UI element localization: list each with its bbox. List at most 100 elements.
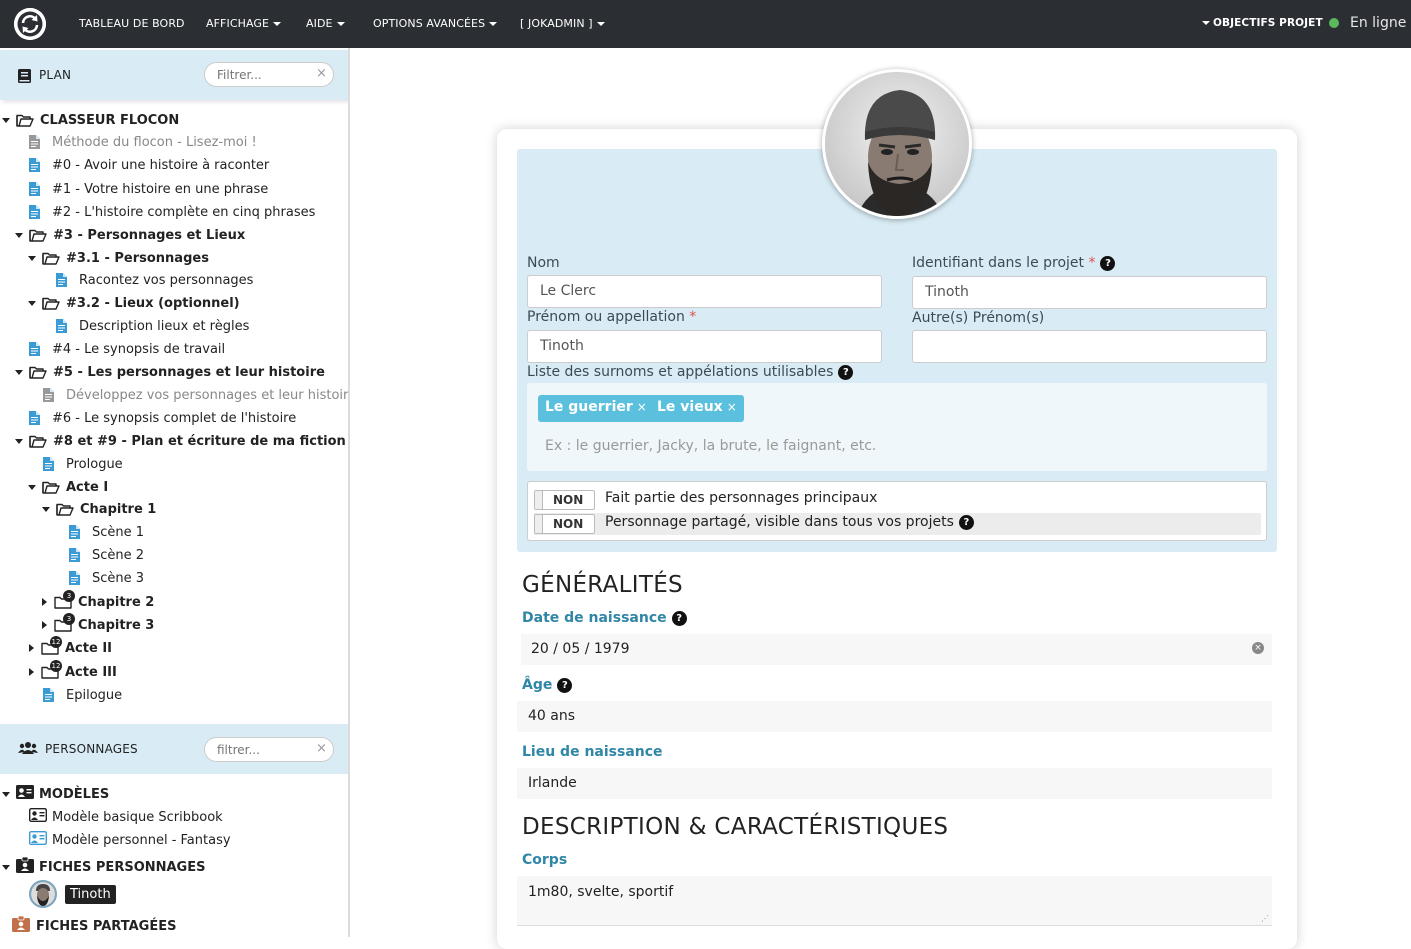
plan-item-label: Acte III (65, 664, 117, 680)
id-card-outline-icon (28, 830, 48, 849)
folder-open-icon (29, 435, 47, 448)
plan-tree-item[interactable]: Epilogue (43, 684, 122, 706)
characters-tree-item[interactable]: Modèle basique Scribbook (28, 806, 223, 828)
clear-date-icon[interactable]: × (1252, 642, 1264, 654)
autres-prenoms-input[interactable] (912, 330, 1267, 363)
caret-down-icon[interactable] (28, 484, 36, 490)
folder-icon: 12 (41, 635, 62, 655)
caret-down-icon[interactable] (42, 506, 50, 512)
lieu-naissance-input[interactable]: Irlande (517, 768, 1272, 799)
document-icon (56, 273, 67, 287)
characters-tree-item[interactable]: Modèle personnel - Fantasy (28, 829, 231, 851)
plan-tree-item[interactable]: 12 Acte III (27, 659, 117, 683)
caret-down-icon[interactable] (15, 369, 23, 375)
resize-handle-icon[interactable]: ⋰ (1261, 914, 1269, 923)
caret-down-icon (596, 22, 605, 26)
plan-tree-item[interactable]: #8 et #9 - Plan et écriture de ma fictio… (15, 430, 346, 452)
characters-filter-input[interactable] (204, 737, 334, 762)
help-icon[interactable]: ? (671, 610, 687, 626)
caret-down-icon[interactable] (2, 117, 10, 123)
nav-affichage[interactable]: AFFICHAGE (206, 17, 282, 30)
plan-tree-item[interactable]: Scène 1 (69, 521, 144, 543)
plan-tree-item[interactable]: #0 - Avoir une histoire à raconter (29, 154, 269, 176)
caret-down-icon[interactable] (2, 864, 10, 870)
plan-tree-item[interactable]: 12 Acte II (27, 635, 112, 659)
plan-tree-item[interactable]: Prologue (43, 453, 123, 475)
principal-toggle[interactable]: NON (534, 490, 595, 510)
plan-tree-item[interactable]: Développez vos personnages et leur histo… (43, 384, 348, 406)
plan-item-label: #4 - Le synopsis de travail (52, 341, 226, 357)
caret-down-icon[interactable] (2, 791, 10, 797)
plan-tree-item[interactable]: #1 - Votre histoire en une phrase (29, 178, 268, 200)
nav-dashboard[interactable]: TABLEAU DE BORD (79, 17, 185, 30)
caret-right-icon[interactable] (42, 598, 47, 606)
characters-title: PERSONNAGES (45, 742, 138, 756)
plan-tree-item[interactable]: Chapitre 1 (42, 498, 156, 520)
prenom-input[interactable]: Tinoth (527, 330, 882, 363)
corps-textarea[interactable]: 1m80, svelte, sportif ⋰ (517, 876, 1272, 926)
characters-tree-item[interactable]: FICHES PERSONNAGES (2, 856, 205, 878)
caret-down-icon[interactable] (15, 438, 23, 444)
plan-tree-item[interactable]: #3.2 - Lieux (optionnel) (28, 292, 240, 314)
surnoms-tags-input[interactable]: Le guerrier × Le vieux × Ex : le guerrier,… (527, 383, 1267, 471)
caret-right-icon[interactable] (29, 668, 34, 676)
date-naissance-input[interactable]: 20 / 05 / 1979 × (521, 634, 1272, 665)
plan-tree-item[interactable]: #2 - L'histoire complète en cinq phrases (29, 201, 315, 223)
nav-aide[interactable]: AIDE (306, 17, 345, 30)
clear-filter-icon[interactable]: × (316, 66, 327, 81)
plan-tree-item[interactable]: #3.1 - Personnages (28, 247, 209, 269)
help-icon[interactable]: ? (557, 677, 573, 693)
plan-tree-item[interactable]: #6 - Le synopsis complet de l'histoire (29, 407, 296, 429)
plan-item-label: Acte II (65, 640, 112, 656)
plan-tree-item[interactable]: Scène 2 (69, 544, 144, 566)
partage-toggle[interactable]: NON (534, 514, 595, 534)
character-portrait[interactable] (822, 69, 972, 219)
plan-item-label: Scène 1 (92, 524, 145, 540)
tag-le-vieux[interactable]: Le vieux × (650, 395, 744, 422)
identifiant-input[interactable]: Tinoth (912, 276, 1267, 309)
remove-tag-icon[interactable]: × (637, 400, 647, 414)
document-icon (43, 457, 54, 471)
plan-tree-item[interactable]: Scène 3 (69, 567, 144, 589)
nom-input[interactable]: Le Clerc (527, 275, 882, 308)
age-label: Âge? (522, 677, 573, 693)
help-icon[interactable]: ? (958, 514, 974, 530)
plan-tree-item[interactable]: Méthode du flocon - Lisez-moi ! (29, 131, 257, 153)
nav-options-avancees[interactable]: OPTIONS AVANCÉES (373, 17, 498, 30)
help-icon[interactable]: ? (1100, 255, 1116, 271)
clear-filter-icon[interactable]: × (316, 741, 327, 756)
characters-tree-item[interactable]: Tinoth (29, 879, 116, 909)
plan-tree-item[interactable]: Racontez vos personnages (56, 269, 253, 291)
remove-tag-icon[interactable]: × (727, 400, 737, 414)
caret-down-icon[interactable] (28, 255, 36, 261)
characters-tree-item[interactable]: FICHES PARTAGÉES (12, 915, 176, 937)
plan-tree-item[interactable]: 3 Chapitre 2 (40, 589, 154, 613)
nav-objectifs-projet[interactable]: OBJECTIFS PROJET (1202, 17, 1323, 29)
plan-filter-input[interactable] (204, 62, 334, 87)
tag-le-guerrier[interactable]: Le guerrier × (538, 395, 654, 422)
folder-icon: 3 (54, 612, 75, 632)
caret-right-icon[interactable] (29, 644, 34, 652)
plan-tree-item[interactable]: Acte I (28, 476, 108, 498)
refresh-logo-icon[interactable] (14, 8, 46, 40)
characters-tree-item[interactable]: MODÈLES (2, 783, 109, 805)
age-input[interactable]: 40 ans (517, 701, 1272, 732)
prenom-label: Prénom ou appellation * (527, 309, 697, 325)
nav-user-menu[interactable]: [ JOKADMIN ] (520, 17, 605, 30)
document-icon (29, 182, 40, 196)
plan-item-label: Description lieux et règles (79, 318, 250, 334)
plan-tree-item[interactable]: 3 Chapitre 3 (40, 612, 154, 636)
online-status-dot (1329, 18, 1339, 28)
plan-tree-item[interactable]: CLASSEUR FLOCON (2, 109, 179, 131)
plan-item-label: Prologue (66, 456, 123, 472)
document-icon (69, 571, 80, 585)
caret-down-icon[interactable] (28, 300, 36, 306)
plan-item-label: #5 - Les personnages et leur histoire (53, 364, 325, 380)
caret-down-icon[interactable] (15, 232, 23, 238)
plan-tree-item[interactable]: #3 - Personnages et Lieux (15, 224, 245, 246)
plan-tree-item[interactable]: Description lieux et règles (56, 315, 249, 337)
plan-tree-item[interactable]: #5 - Les personnages et leur histoire (15, 361, 325, 383)
caret-right-icon[interactable] (42, 621, 47, 629)
help-icon[interactable]: ? (838, 364, 854, 380)
plan-tree-item[interactable]: #4 - Le synopsis de travail (29, 338, 225, 360)
